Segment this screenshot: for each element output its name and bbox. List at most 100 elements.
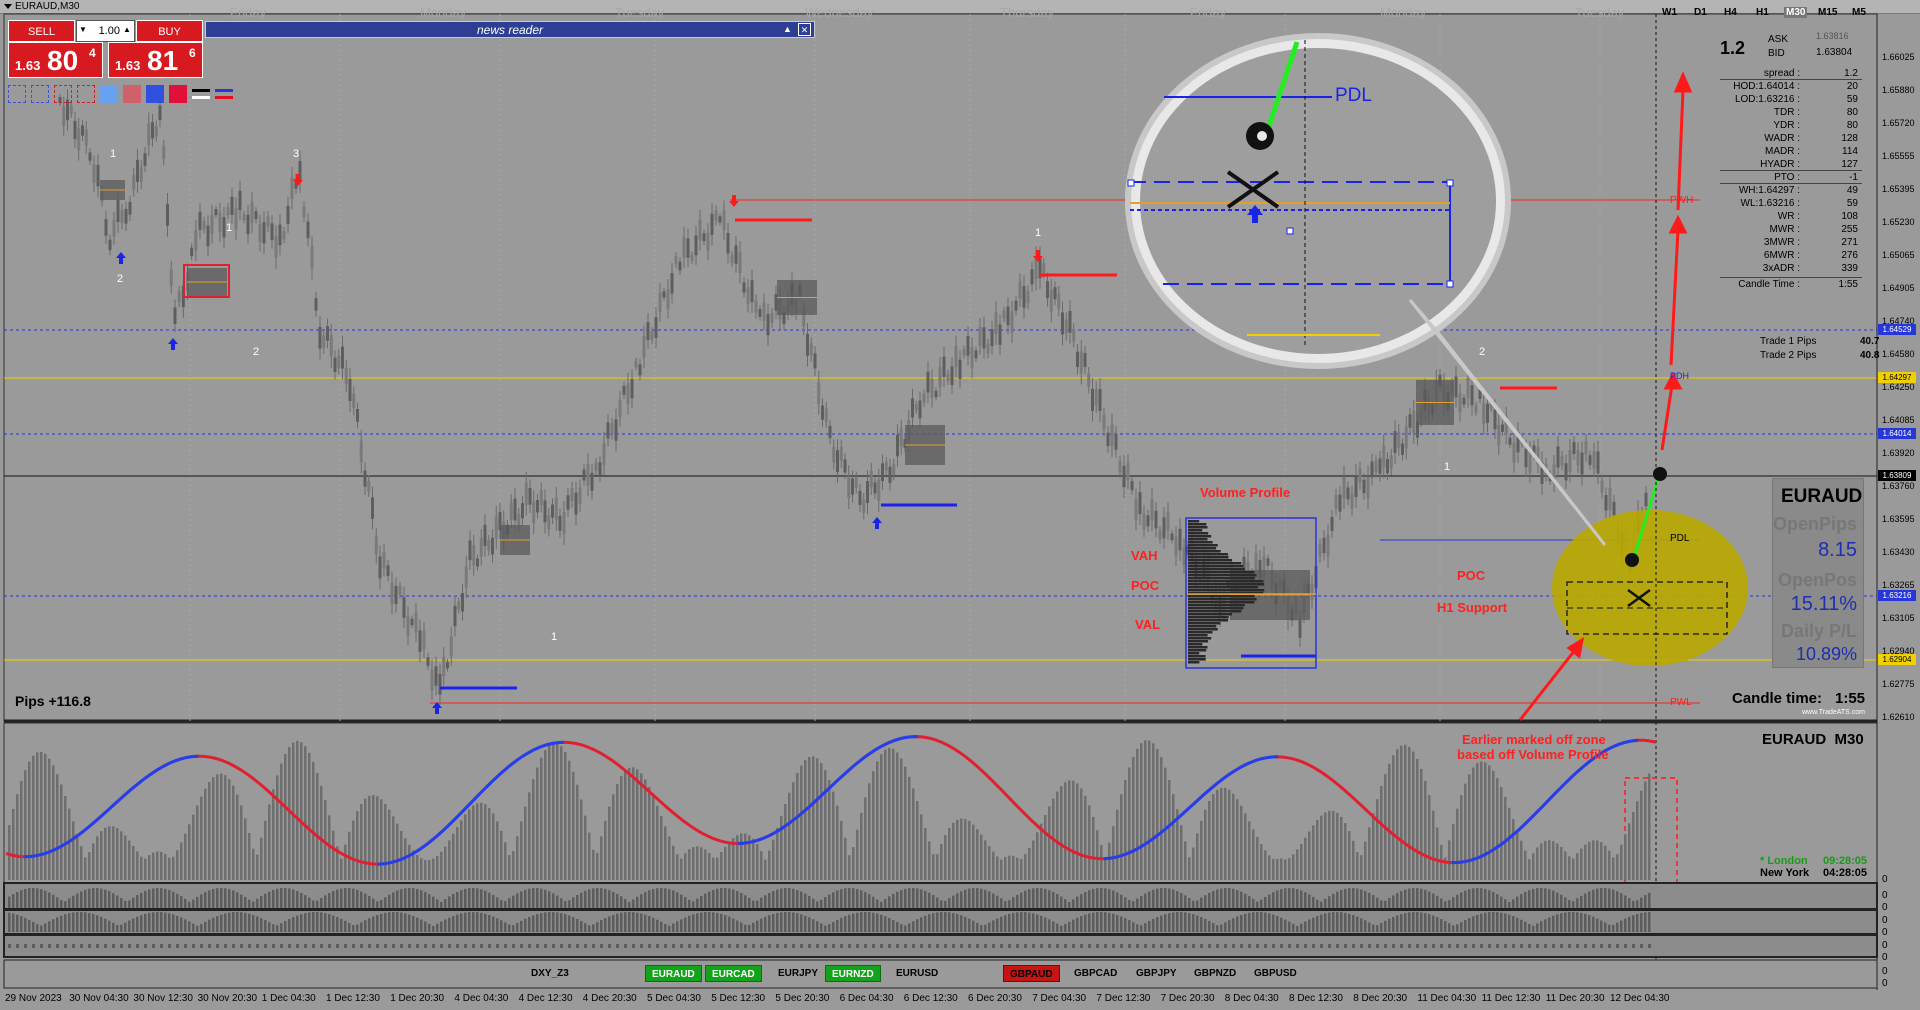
sub-dot: [168, 944, 171, 948]
color-swatch-icon[interactable]: [100, 85, 118, 103]
zoom-target-dot: [1257, 131, 1267, 141]
timeframe-tab-d1[interactable]: D1: [1694, 7, 1707, 18]
collapse-icon[interactable]: ▲: [781, 23, 794, 36]
symbol-button-gbpjpy[interactable]: GBPJPY: [1130, 965, 1183, 982]
sub-bar: [1448, 923, 1451, 932]
symbol-button-gbpcad[interactable]: GBPCAD: [1068, 965, 1123, 982]
volume-bar: [124, 835, 127, 880]
sub-bar: [592, 924, 595, 932]
volume-bar: [96, 836, 99, 880]
timeframe-tab-m15[interactable]: M15: [1818, 7, 1837, 18]
buy-price[interactable]: 1.63 81 6: [108, 42, 203, 78]
symbol-button-euraud[interactable]: EURAUD: [645, 965, 702, 982]
sub-bar: [1376, 925, 1379, 932]
sub-bar: [1144, 923, 1147, 932]
volume-bar: [1616, 854, 1619, 880]
candle-body: [682, 236, 686, 258]
volume-bar: [876, 761, 879, 880]
sub-dot: [8, 944, 11, 948]
sub-bar: [648, 890, 651, 908]
sub-dot: [768, 944, 771, 948]
sub-bar: [548, 891, 551, 908]
rect-tool-icon[interactable]: [8, 85, 26, 103]
color-swatch-icon[interactable]: [123, 85, 141, 103]
sub-bar: [88, 888, 91, 908]
sub-dot: [1088, 944, 1091, 948]
rect-tool-icon[interactable]: [54, 85, 72, 103]
symbol-button-eurjpy[interactable]: EURJPY: [772, 965, 824, 982]
symbol-button-dxy_z3[interactable]: DXY_Z3: [525, 965, 575, 982]
sub-bar: [980, 888, 983, 908]
sub-dot: [920, 944, 923, 948]
candle-body: [521, 503, 524, 519]
timeframe-tab-m5[interactable]: M5: [1852, 7, 1866, 18]
volume-bar: [1108, 842, 1111, 880]
rect-tool-icon[interactable]: [77, 85, 95, 103]
sub-bar: [1068, 901, 1071, 908]
news-reader-bar[interactable]: news reader ▲ ✕: [205, 21, 815, 38]
lot-up-icon[interactable]: ▲: [122, 23, 132, 37]
sub-bar: [1084, 914, 1087, 932]
candle-body: [1404, 426, 1408, 449]
sub-bar: [688, 915, 691, 932]
sub-bar: [68, 913, 71, 932]
zero-label: 0: [1882, 927, 1888, 938]
symbol-button-gbpnzd[interactable]: GBPNZD: [1188, 965, 1242, 982]
price-chart[interactable]: [0, 0, 1920, 1010]
sub-bar: [1536, 923, 1539, 932]
symbol-button-eurusd[interactable]: EURUSD: [890, 965, 944, 982]
candle-body: [322, 335, 326, 348]
close-icon[interactable]: ✕: [798, 23, 811, 36]
sub-bar: [1516, 917, 1519, 932]
sub-bar: [56, 897, 59, 908]
sub-bar: [800, 914, 803, 932]
volume-bar: [1312, 825, 1315, 880]
timeframe-tab-h4[interactable]: H4: [1724, 7, 1737, 18]
sell-price[interactable]: 1.63 80 4: [8, 42, 103, 78]
sub-bar: [184, 919, 187, 932]
timeframe-tab-m30[interactable]: M30: [1784, 7, 1808, 18]
open-pips-label: OpenPips: [1772, 514, 1857, 534]
sub-bar: [240, 912, 243, 932]
volume-bar: [1136, 748, 1139, 880]
volume-bar: [1080, 788, 1083, 880]
time-axis-label: 1 Dec 12:30: [326, 993, 380, 1004]
oscillator-up-segment: [1133, 845, 1141, 852]
sub-bar: [16, 891, 19, 908]
symbol-button-eurnzd[interactable]: EURNZD: [825, 965, 881, 982]
sub-bar: [780, 888, 783, 908]
sub-bar: [108, 920, 111, 932]
price-tag: 1.64529: [1878, 324, 1916, 335]
candle-body: [1389, 455, 1393, 469]
symbol-button-gbpusd[interactable]: GBPUSD: [1248, 965, 1303, 982]
sub-bar: [1596, 918, 1599, 932]
color-swatch-icon[interactable]: [146, 85, 164, 103]
sub-bar: [1504, 899, 1507, 908]
volume-bar: [136, 851, 139, 880]
sub-bar: [220, 914, 223, 932]
line-style-icon[interactable]: [215, 85, 233, 103]
line-style-icon[interactable]: [192, 85, 210, 103]
sub-bar: [984, 889, 987, 908]
color-swatch-icon[interactable]: [169, 85, 187, 103]
lot-down-icon[interactable]: ▼: [78, 23, 88, 37]
timeframe-tab-h1[interactable]: H1: [1756, 7, 1769, 18]
symbol-button-gbpaud[interactable]: GBPAUD: [1003, 965, 1060, 982]
sell-button[interactable]: SELL: [8, 20, 75, 42]
mt4-chart-window: EURAUD,M30 Friday Monday Tuesday Wednesd…: [0, 0, 1920, 1010]
sub-bar: [356, 924, 359, 932]
sub-bar: [1548, 889, 1551, 908]
sub-dot: [456, 944, 459, 948]
sub-bar: [952, 913, 955, 932]
volume-bar: [1316, 820, 1319, 880]
timeframe-tab-w1[interactable]: W1: [1662, 7, 1677, 18]
volume-profile-bar: [1188, 568, 1245, 571]
sub-bar: [916, 919, 919, 932]
volume-bar: [612, 794, 615, 880]
buy-button[interactable]: BUY: [136, 20, 203, 42]
rect-tool-icon[interactable]: [31, 85, 49, 103]
sub-dot: [1104, 944, 1107, 948]
volume-bar: [64, 796, 67, 880]
symbol-button-eurcad[interactable]: EURCAD: [705, 965, 762, 982]
sub-bar: [488, 892, 491, 908]
